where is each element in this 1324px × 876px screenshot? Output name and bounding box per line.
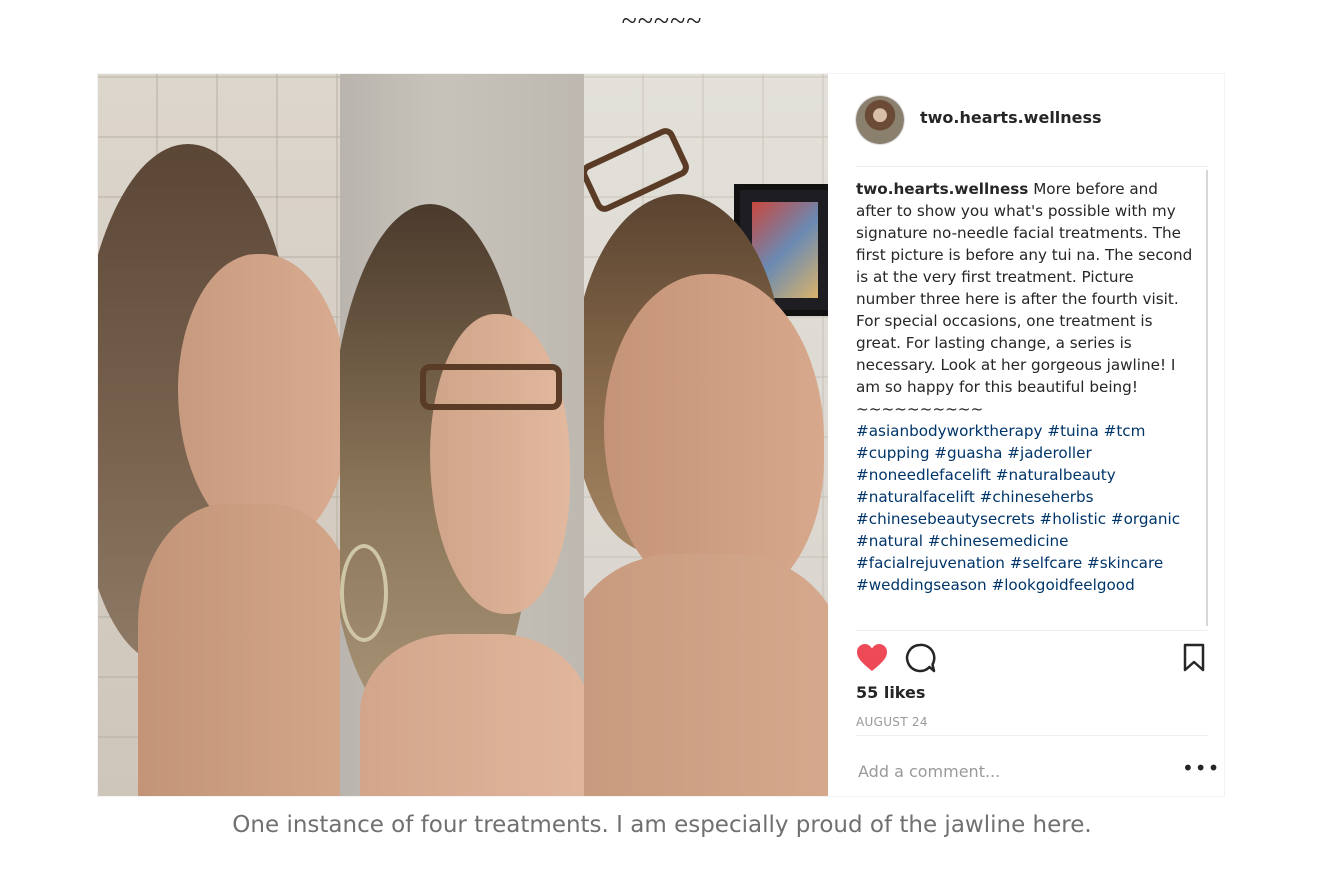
likes-count[interactable]: 55 likes [856,683,925,702]
username-link[interactable]: two.hearts.wellness [920,108,1102,127]
post-date: AUGUST 24 [856,715,928,729]
section-divider: ~~~~~ [621,6,703,37]
comment-icon[interactable] [904,643,936,673]
caption-text: More before and after to show you what's… [856,180,1193,396]
post-caption: two.hearts.wellness More before and afte… [856,178,1196,628]
photo-panel-fourth-treatment [584,74,828,796]
heart-icon[interactable] [856,643,888,673]
add-comment-row: Add a comment... ••• [856,735,1219,796]
caption-scrollbar[interactable] [1206,170,1208,626]
instagram-embed: two.hearts.wellness two.hearts.wellness … [98,74,1224,796]
comment-input[interactable]: Add a comment... [858,762,1000,781]
post-header: two.hearts.wellness [856,94,1208,167]
avatar[interactable] [856,96,904,144]
bookmark-icon[interactable] [1182,643,1206,673]
caption-hashtags[interactable]: #asianbodyworktherapy #tuina #tcm #cuppi… [856,422,1180,594]
figure-caption: One instance of four treatments. I am es… [232,812,1092,838]
photo-panel-first-treatment [340,74,584,796]
caption-separator: ~~~~~~~~~~ [856,400,984,418]
caption-username-link[interactable]: two.hearts.wellness [856,180,1028,198]
post-actions: 55 likes AUGUST 24 Add a comment... ••• [856,630,1219,801]
more-icon[interactable]: ••• [1182,758,1219,778]
post-sidebar: two.hearts.wellness two.hearts.wellness … [828,74,1224,796]
post-photo[interactable] [98,74,828,796]
photo-panel-before [98,74,340,796]
